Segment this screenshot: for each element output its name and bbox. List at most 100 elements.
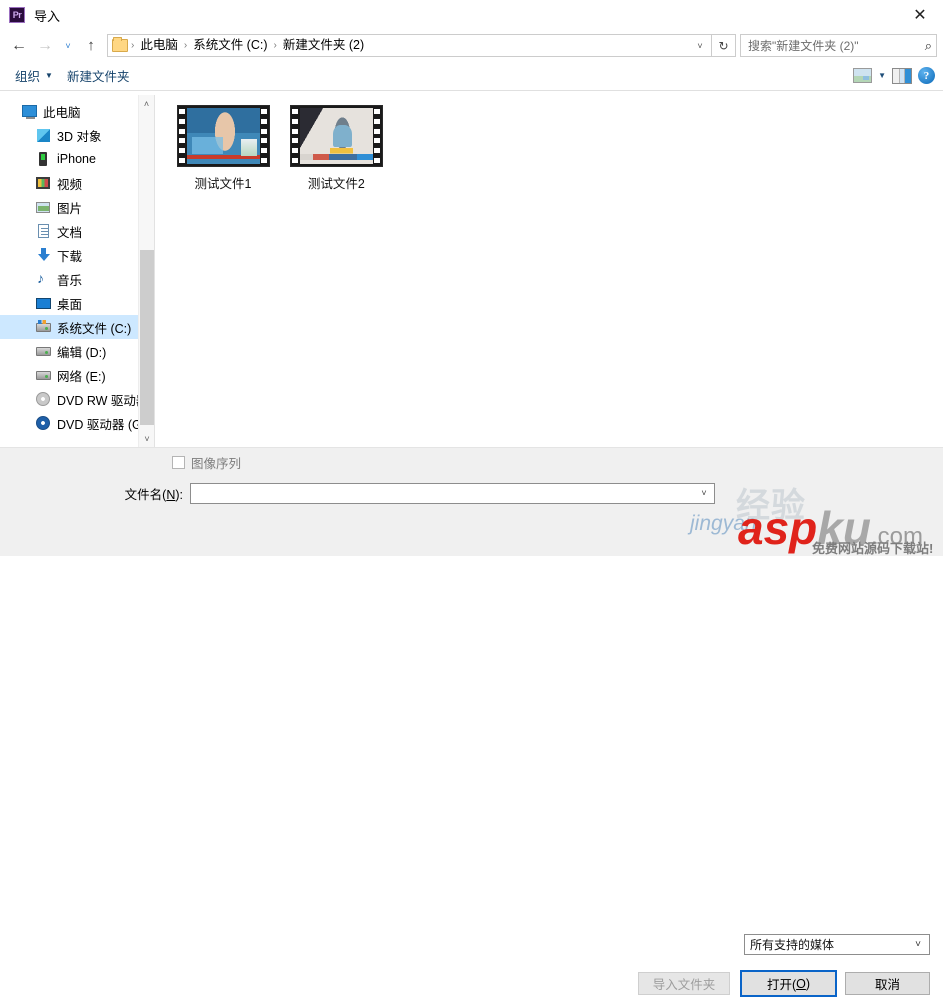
sidebar-item-label: 下载 bbox=[57, 249, 83, 264]
videos-icon bbox=[34, 177, 52, 189]
chevron-down-icon[interactable]: ˅ bbox=[694, 488, 714, 498]
file-name-mnemonic: N bbox=[166, 487, 176, 502]
sidebar-scrollbar[interactable]: ˄ ˅ bbox=[138, 95, 154, 447]
back-button[interactable]: ← bbox=[6, 34, 32, 58]
sidebar-item-drive-d[interactable]: 编辑 (D:) bbox=[0, 339, 154, 363]
organize-button[interactable]: 组织 ▼ bbox=[8, 63, 60, 88]
navigation-bar: ← → ˅ ↑ › 此电脑 › 系统文件 (C:) › 新建文件夹 (2) ˅ … bbox=[0, 30, 943, 61]
desktop-icon bbox=[34, 297, 52, 309]
file-name-label-text: 文件名(N): bbox=[0, 484, 190, 503]
recent-locations-button[interactable]: ˅ bbox=[58, 34, 78, 58]
music-icon: ♪ bbox=[37, 270, 44, 286]
toolbar-right-group: ▼ ? bbox=[853, 67, 935, 84]
cancel-button[interactable]: 取消 bbox=[845, 972, 930, 995]
sidebar-item-label: 系统文件 (C:) bbox=[57, 321, 132, 336]
list-item[interactable]: 测试文件1 bbox=[169, 105, 277, 192]
preview-pane-icon[interactable] bbox=[892, 67, 912, 84]
system-drive-icon bbox=[34, 319, 52, 332]
open-label-part: 打开( bbox=[766, 978, 797, 992]
file-name-label: 测试文件1 bbox=[194, 177, 252, 191]
downloads-icon bbox=[34, 248, 52, 262]
sidebar-item-music[interactable]: ♪ 音乐 bbox=[0, 267, 154, 291]
sidebar-item-iphone[interactable]: iPhone bbox=[0, 147, 154, 171]
sidebar-item-label: 音乐 bbox=[57, 273, 83, 288]
sidebar-item-label: 文档 bbox=[57, 225, 83, 240]
address-bar[interactable]: › 此电脑 › 系统文件 (C:) › 新建文件夹 (2) ˅ bbox=[107, 34, 712, 57]
sidebar-item-label: DVD 驱动器 (G: bbox=[57, 417, 146, 432]
sidebar-item-label: 网络 (E:) bbox=[57, 369, 106, 384]
import-folder-button[interactable]: 导入文件夹 bbox=[638, 972, 730, 995]
search-input[interactable]: 搜索"新建文件夹 (2)" ⌕ bbox=[740, 34, 937, 57]
chevron-down-icon[interactable]: ˅ bbox=[689, 35, 711, 56]
file-name-label-part: 文件名( bbox=[124, 487, 167, 502]
view-chevron-down-icon[interactable]: ▼ bbox=[878, 71, 886, 80]
forward-button[interactable]: → bbox=[32, 34, 58, 58]
drive-icon bbox=[34, 346, 52, 356]
refresh-icon[interactable]: ↻ bbox=[712, 34, 736, 57]
main-content: 此电脑 3D 对象 iPhone 视频 图片 文档 下载 ♪ 音乐 桌面 系统文… bbox=[0, 95, 943, 447]
file-name-input[interactable]: ˅ bbox=[190, 482, 715, 504]
change-view-icon[interactable] bbox=[853, 68, 873, 83]
sidebar-item-label: iPhone bbox=[57, 152, 96, 166]
window-title: 导入 bbox=[34, 8, 61, 24]
search-placeholder: 搜索"新建文件夹 (2)" bbox=[748, 39, 859, 53]
sidebar-item-desktop[interactable]: 桌面 bbox=[0, 291, 154, 315]
organize-label: 组织 bbox=[15, 70, 41, 84]
dvd-rw-icon bbox=[34, 392, 52, 406]
new-folder-button[interactable]: 新建文件夹 bbox=[60, 63, 137, 88]
dvd-icon bbox=[34, 416, 52, 430]
sidebar-item-downloads[interactable]: 下载 bbox=[0, 243, 154, 267]
documents-icon bbox=[34, 224, 52, 238]
file-list-pane[interactable]: 测试文件1 测试文件2 bbox=[155, 95, 943, 447]
scroll-down-icon[interactable]: ˅ bbox=[139, 430, 154, 447]
folder-icon bbox=[112, 37, 128, 52]
3d-objects-icon bbox=[34, 128, 52, 142]
scrollbar-thumb[interactable] bbox=[140, 250, 154, 425]
breadcrumb-item-this-pc[interactable]: 此电脑 bbox=[135, 35, 183, 56]
file-type-select[interactable]: 所有支持的媒体 ˅ bbox=[744, 934, 930, 955]
sidebar-item-label: 桌面 bbox=[57, 297, 83, 312]
film-perforations-right bbox=[260, 108, 269, 164]
command-toolbar: 组织 ▼ 新建文件夹 ▼ ? bbox=[0, 61, 943, 91]
video-thumbnail bbox=[176, 105, 270, 167]
help-icon[interactable]: ? bbox=[918, 67, 935, 84]
pc-icon bbox=[20, 105, 38, 119]
list-item[interactable]: 测试文件2 bbox=[282, 105, 390, 192]
image-sequence-checkbox[interactable] bbox=[172, 456, 185, 469]
open-button[interactable]: 打开(O) bbox=[740, 970, 837, 997]
folder-tree: 此电脑 3D 对象 iPhone 视频 图片 文档 下载 ♪ 音乐 桌面 系统文… bbox=[0, 95, 154, 435]
breadcrumb-item-c-drive[interactable]: 系统文件 (C:) bbox=[188, 35, 272, 56]
sidebar-item-3d-objects[interactable]: 3D 对象 bbox=[0, 123, 154, 147]
sidebar-item-drive-e[interactable]: 网络 (E:) bbox=[0, 363, 154, 387]
iphone-icon bbox=[34, 152, 52, 166]
sidebar-item-label: 编辑 (D:) bbox=[57, 345, 107, 360]
file-name-row: 文件名(N): ˅ bbox=[0, 481, 943, 505]
sidebar-item-system-drive-c[interactable]: 系统文件 (C:) bbox=[0, 315, 154, 339]
open-label-tail: ) bbox=[805, 976, 811, 991]
sidebar-item-videos[interactable]: 视频 bbox=[0, 171, 154, 195]
sidebar-item-label: 视频 bbox=[57, 177, 83, 192]
breadcrumb-item-new-folder[interactable]: 新建文件夹 (2) bbox=[278, 35, 369, 56]
close-icon[interactable]: ✕ bbox=[897, 0, 943, 30]
sidebar-item-label: DVD RW 驱动器 bbox=[57, 393, 149, 408]
film-perforations-left bbox=[178, 108, 187, 164]
navigation-pane: 此电脑 3D 对象 iPhone 视频 图片 文档 下载 ♪ 音乐 桌面 系统文… bbox=[0, 95, 155, 447]
sidebar-item-dvd-drive-g[interactable]: DVD 驱动器 (G: bbox=[0, 411, 154, 435]
sidebar-item-this-pc[interactable]: 此电脑 bbox=[0, 99, 154, 123]
sidebar-item-label: 3D 对象 bbox=[57, 129, 102, 144]
up-button[interactable]: ↑ bbox=[78, 34, 104, 58]
image-sequence-row: 图像序列 bbox=[172, 453, 241, 472]
file-type-value: 所有支持的媒体 bbox=[750, 938, 835, 952]
sidebar-item-pictures[interactable]: 图片 bbox=[0, 195, 154, 219]
video-thumbnail bbox=[289, 105, 383, 167]
file-name-label: 测试文件2 bbox=[307, 177, 365, 191]
film-perforations-left bbox=[291, 108, 300, 164]
file-name-label-tail: ): bbox=[175, 487, 183, 502]
chevron-down-icon: ▼ bbox=[45, 71, 53, 80]
sidebar-item-dvd-rw-drive[interactable]: DVD RW 驱动器 bbox=[0, 387, 154, 411]
sidebar-item-documents[interactable]: 文档 bbox=[0, 219, 154, 243]
sidebar-item-label: 此电脑 bbox=[43, 105, 81, 120]
pictures-icon bbox=[34, 201, 52, 213]
chevron-down-icon: ˅ bbox=[915, 939, 921, 950]
scroll-up-icon[interactable]: ˄ bbox=[139, 95, 154, 112]
